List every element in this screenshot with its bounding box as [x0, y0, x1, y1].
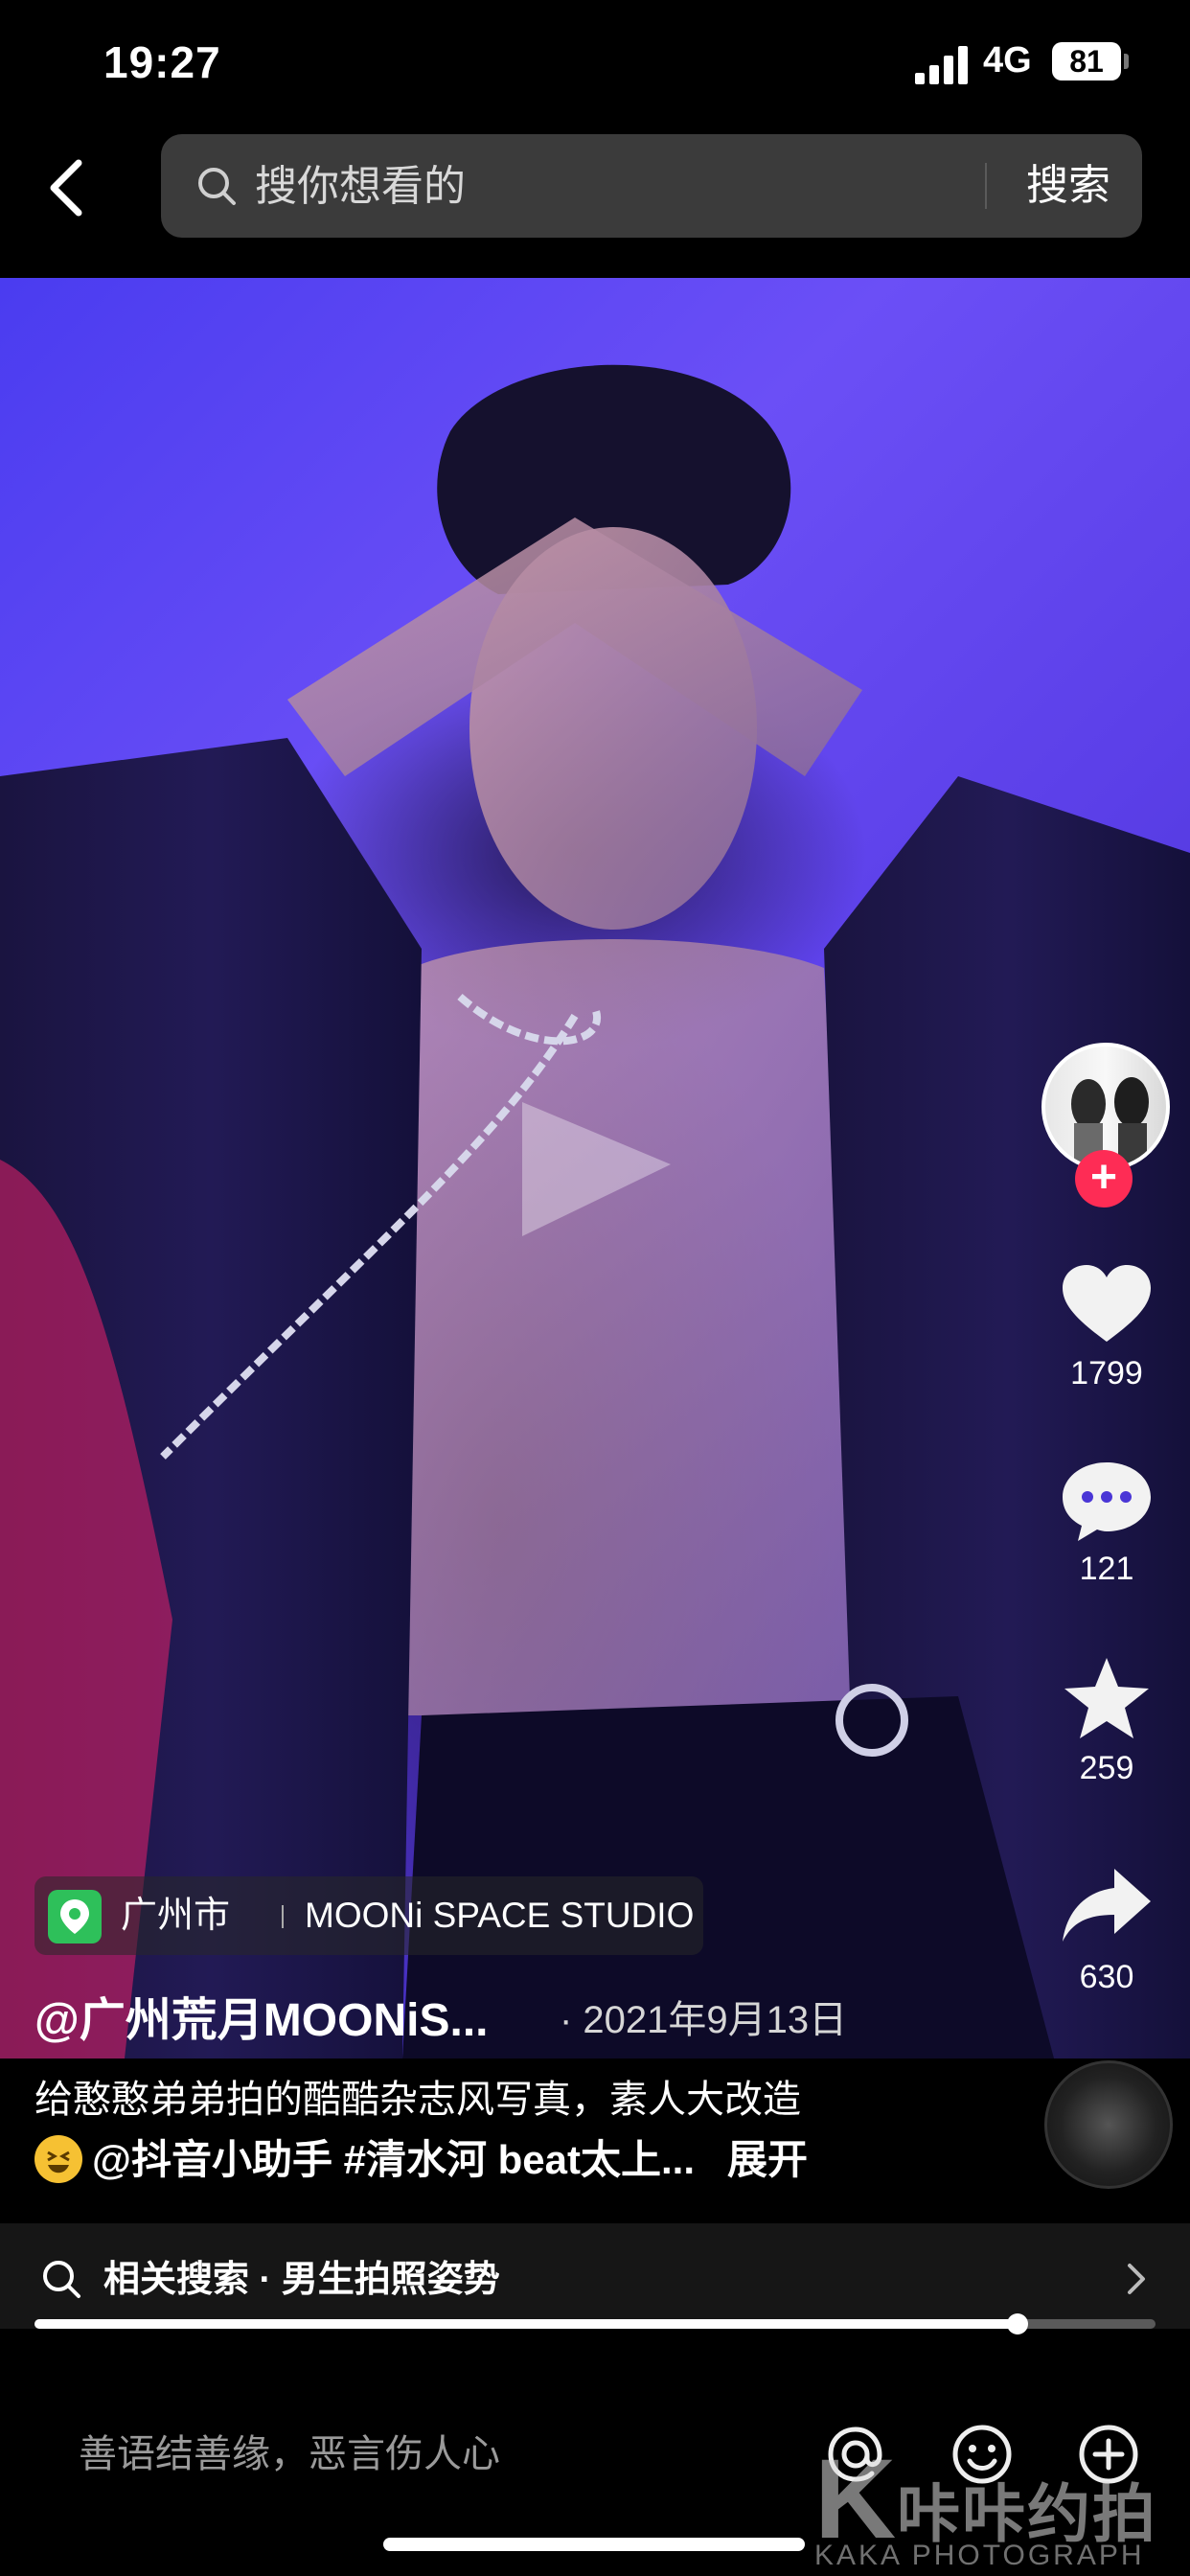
author-name[interactable]: @广州荒月MOONiS...: [34, 1982, 489, 2049]
share-button[interactable]: 630: [1040, 1865, 1174, 1996]
comment-count: 121: [1079, 1551, 1134, 1587]
caption-mentions[interactable]: @抖音小助手 #清水河 beat太上...: [92, 2137, 695, 2182]
favorite-button[interactable]: 259: [1040, 1656, 1174, 1787]
chevron-right-icon: [1128, 2264, 1145, 2294]
status-time: 19:27: [103, 37, 221, 87]
share-count: 630: [1079, 1959, 1134, 1995]
progress-fill: [34, 2319, 1018, 2329]
related-search-bar[interactable]: 相关搜索 · 男生拍照姿势: [0, 2223, 1190, 2329]
video-progress-bar[interactable]: [34, 2313, 1156, 2334]
location-city: 广州市: [121, 1896, 231, 1936]
location-tag[interactable]: 广州市 MOONi SPACE STUDIO: [34, 1876, 703, 1955]
star-icon: [1064, 1658, 1149, 1738]
post-date: · 2021年9月13日: [560, 1999, 848, 2041]
battery-icon: 81: [1052, 42, 1129, 80]
watermark: K 咔咔约拍 KAKA PHOTOGRAPH: [814, 2434, 1179, 2576]
search-input[interactable]: [253, 134, 1023, 240]
search-bar[interactable]: 搜索: [161, 134, 1142, 240]
search-divider: [985, 163, 987, 209]
back-chevron-icon[interactable]: [42, 153, 92, 222]
video-player[interactable]: [0, 278, 1190, 2058]
author-avatar-container[interactable]: +: [1040, 1043, 1174, 1208]
expand-caption-button[interactable]: 展开: [727, 2137, 808, 2182]
caption-line-1: 给憨憨弟弟拍的酷酷杂志风写真，素人大改造: [34, 2079, 801, 2121]
video-frame-illustration: [0, 364, 1190, 2058]
search-button[interactable]: 搜索: [1006, 134, 1131, 238]
location-pin-icon: [48, 1890, 102, 1944]
search-icon: [43, 2261, 80, 2298]
watermark-english: KAKA PHOTOGRAPH: [814, 2540, 1145, 2571]
heart-icon: [1063, 1265, 1151, 1342]
favorite-count: 259: [1079, 1750, 1134, 1786]
chat-bubble-icon: [1063, 1462, 1151, 1541]
location-separator: [282, 1905, 284, 1928]
laughing-emoji-icon: [34, 2134, 82, 2183]
signal-icon: [915, 46, 968, 84]
location-name: MOONi SPACE STUDIO: [305, 1896, 695, 1935]
comment-input[interactable]: [77, 2405, 770, 2503]
share-arrow-icon: [1063, 1869, 1151, 1942]
caption-line-2: @抖音小助手 #清水河 beat太上... 展开: [34, 2128, 808, 2187]
progress-thumb[interactable]: [1007, 2313, 1029, 2334]
network-type: 4G: [983, 40, 1032, 80]
music-disc-icon[interactable]: [1044, 2060, 1173, 2189]
like-button[interactable]: 1799: [1040, 1261, 1174, 1392]
follow-plus-button[interactable]: +: [1075, 1150, 1133, 1208]
status-bar: 19:27 4G 81: [0, 0, 1190, 134]
like-count: 1799: [1070, 1355, 1143, 1392]
comment-button[interactable]: 121: [1040, 1457, 1174, 1588]
home-indicator: [383, 2538, 805, 2551]
search-icon: [198, 168, 236, 205]
